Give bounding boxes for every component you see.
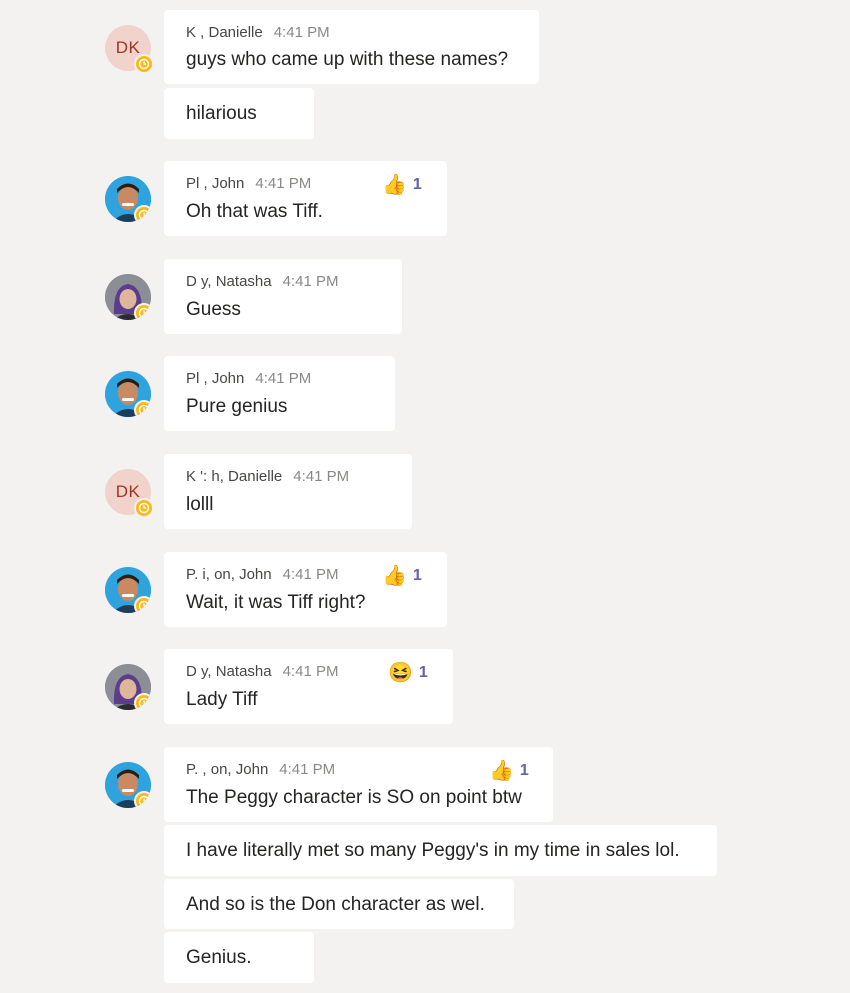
message-text: Guess	[186, 299, 241, 320]
timestamp: 4:41 PM	[273, 24, 330, 41]
message-text: And so is the Don character as wel.	[186, 894, 485, 915]
message-bubble[interactable]: hilarious	[164, 88, 314, 139]
thumbs-up-icon: 👍	[489, 760, 514, 782]
message-text: I have literally met so many Peggy's in …	[186, 840, 680, 861]
author-name: K , Danielle	[186, 24, 263, 41]
avatar-initials: DK	[115, 482, 141, 501]
message-text: Wait, it was Tiff right?	[186, 592, 366, 613]
author-name: P. i, on, John	[186, 566, 272, 583]
message-bubble[interactable]: P. , on, John 4:41 PM 👍 1 The Peggy chara…	[164, 747, 553, 822]
message-bubble[interactable]: And so is the Don character as wel.	[164, 879, 514, 929]
presence-away-icon	[134, 693, 151, 710]
message-text: The Peggy character is SO on point btw	[186, 787, 522, 808]
reaction-badge[interactable]: 👍 1	[382, 563, 422, 588]
timestamp: 4:41 PM	[255, 370, 312, 387]
reaction-badge[interactable]: 👍 1	[489, 758, 529, 783]
author-name: Pl , John	[186, 370, 245, 387]
presence-away-icon	[134, 205, 151, 222]
author-name: Pl , John	[186, 175, 245, 192]
avatar-danielle[interactable]: DK	[105, 25, 154, 74]
message-bubble[interactable]: Pl , John 4:41 PM 👍 1 Oh that was Tiff.	[164, 161, 447, 236]
timestamp: 4:41 PM	[282, 663, 339, 680]
message-bubble[interactable]: Genius.	[164, 932, 314, 983]
message-text: Genius.	[186, 947, 252, 968]
presence-away-icon	[134, 498, 154, 518]
message-meta: K ': h, Danielle 4:41 PM	[186, 468, 349, 485]
message-bubble[interactable]: I have literally met so many Peggy's in …	[164, 825, 717, 876]
avatar-john[interactable]	[105, 762, 151, 808]
thumbs-up-icon: 👍	[382, 565, 407, 587]
message-bubble[interactable]: K ': h, Danielle 4:41 PM lolll	[164, 454, 412, 529]
author-name: D y, Natasha	[186, 273, 272, 290]
message-text: guys who came up with these names?	[186, 49, 509, 70]
timestamp: 4:41 PM	[282, 566, 339, 583]
message-bubble[interactable]: D y, Natasha 4:41 PM 😆 1 Lady Tiff	[164, 649, 453, 724]
avatar-john[interactable]	[105, 567, 151, 613]
thumbs-up-icon: 👍	[382, 174, 407, 196]
timestamp: 4:41 PM	[255, 175, 312, 192]
message-meta: D y, Natasha 4:41 PM	[186, 663, 338, 680]
reaction-badge[interactable]: 👍 1	[382, 172, 422, 197]
avatar-danielle[interactable]: DK	[105, 469, 154, 518]
timestamp: 4:41 PM	[279, 761, 336, 778]
reaction-badge[interactable]: 😆 1	[388, 660, 428, 685]
presence-away-icon	[134, 400, 151, 417]
presence-away-icon	[134, 303, 151, 320]
presence-away-icon	[134, 54, 154, 74]
message-bubble[interactable]: D y, Natasha 4:41 PM Guess	[164, 259, 402, 334]
message-meta: Pl , John 4:41 PM	[186, 370, 311, 387]
avatar-natasha[interactable]	[105, 274, 151, 320]
timestamp: 4:41 PM	[293, 468, 350, 485]
laughing-face-icon: 😆	[388, 662, 413, 684]
avatar-john[interactable]	[105, 371, 151, 417]
message-text: lolll	[186, 494, 214, 515]
avatar-natasha[interactable]	[105, 664, 151, 710]
author-name: P. , on, John	[186, 761, 269, 778]
author-name: K ': h, Danielle	[186, 468, 283, 485]
presence-away-icon	[134, 791, 151, 808]
message-text: hilarious	[186, 103, 257, 124]
avatar-initials: DK	[115, 38, 141, 57]
reaction-count: 1	[418, 663, 428, 681]
reaction-count: 1	[519, 761, 529, 779]
message-meta: K , Danielle 4:41 PM	[186, 24, 330, 41]
avatar-john[interactable]	[105, 176, 151, 222]
message-meta: Pl , John 4:41 PM	[186, 175, 311, 192]
reaction-count: 1	[412, 566, 422, 584]
timestamp: 4:41 PM	[282, 273, 339, 290]
message-bubble[interactable]: Pl , John 4:41 PM Pure genius	[164, 356, 395, 431]
message-meta: D y, Natasha 4:41 PM	[186, 273, 338, 290]
message-bubble[interactable]: K , Danielle 4:41 PM guys who came up wit…	[164, 10, 539, 84]
message-meta: P. , on, John 4:41 PM	[186, 761, 335, 778]
presence-away-icon	[134, 596, 151, 613]
message-text: Oh that was Tiff.	[186, 201, 323, 222]
message-text: Pure genius	[186, 396, 288, 417]
message-text: Lady Tiff	[186, 689, 258, 710]
message-meta: P. i, on, John 4:41 PM	[186, 566, 339, 583]
author-name: D y, Natasha	[186, 663, 272, 680]
message-bubble[interactable]: P. i, on, John 4:41 PM 👍 1 Wait, it was T…	[164, 552, 447, 627]
reaction-count: 1	[412, 175, 422, 193]
